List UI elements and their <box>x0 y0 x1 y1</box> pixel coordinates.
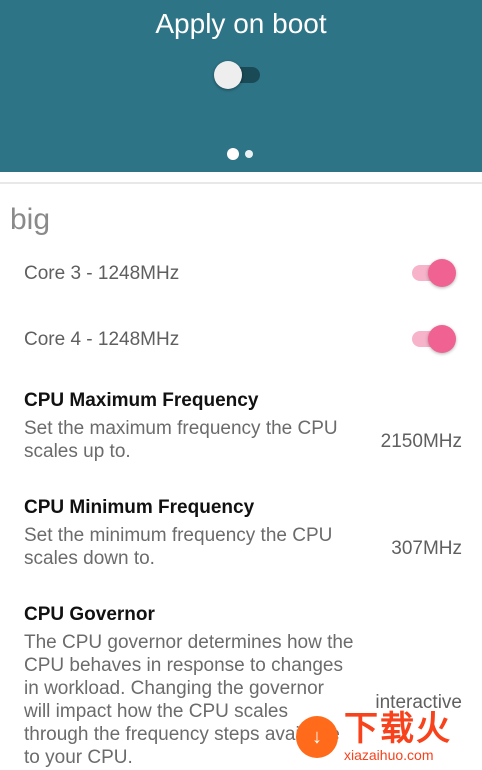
watermark-logo: ↓ 下载火 xiazaihuo.com <box>296 704 482 770</box>
watermark-url: xiazaihuo.com <box>344 747 434 763</box>
core-4-label: Core 4 - 1248MHz <box>24 329 180 350</box>
page-indicator <box>227 147 253 161</box>
core-3-row[interactable]: Core 3 - 1248MHz <box>0 254 482 294</box>
page-dot-active[interactable] <box>227 148 239 160</box>
download-icon: ↓ <box>296 716 338 758</box>
cpu-max-summary: Set the maximum frequency the CPU scales… <box>24 418 338 462</box>
section-title-big: big <box>10 203 51 236</box>
cpu-max-frequency-pref[interactable]: CPU Maximum Frequency Set the maximum fr… <box>0 389 482 469</box>
switch-thumb <box>428 259 456 287</box>
cpu-min-value: 307MHz <box>391 538 462 559</box>
cpu-min-frequency-pref[interactable]: CPU Minimum Frequency Set the minimum fr… <box>0 496 482 576</box>
header-divider <box>0 182 482 184</box>
core-3-switch[interactable] <box>410 258 458 288</box>
cpu-max-value: 2150MHz <box>380 431 462 452</box>
switch-thumb <box>214 61 242 89</box>
cpu-min-summary: Set the minimum frequency the CPU scales… <box>24 525 333 569</box>
cpu-min-title: CPU Minimum Frequency <box>24 497 255 518</box>
apply-on-boot-switch[interactable] <box>214 60 262 90</box>
core-4-switch[interactable] <box>410 324 458 354</box>
page-dot-inactive[interactable] <box>245 150 253 158</box>
watermark-brand: 下载火 <box>344 710 452 748</box>
cpu-governor-title: CPU Governor <box>24 604 155 625</box>
header-banner: Apply on boot <box>0 0 482 172</box>
apply-on-boot-title: Apply on boot <box>155 8 327 39</box>
core-4-row[interactable]: Core 4 - 1248MHz <box>0 320 482 360</box>
switch-thumb <box>428 325 456 353</box>
cpu-max-title: CPU Maximum Frequency <box>24 390 259 411</box>
watermark-text: 下载火 xiazaihuo.com <box>344 711 452 763</box>
core-3-label: Core 3 - 1248MHz <box>24 263 180 284</box>
